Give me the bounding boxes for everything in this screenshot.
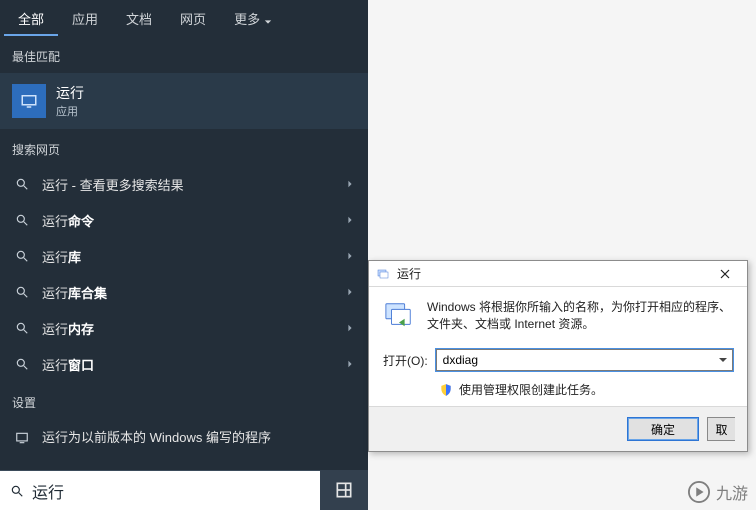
ime-button[interactable] [320,470,368,510]
search-icon [12,213,32,227]
tab-apps[interactable]: 应用 [58,0,112,36]
chevron-right-icon [346,355,356,373]
best-match-name: 运行 [56,83,84,103]
open-label: 打开(O): [383,352,428,369]
web-result-item[interactable]: 运行窗口 [0,346,368,382]
best-match-item[interactable]: 运行 应用 [0,73,368,129]
search-icon [10,484,24,498]
watermark-logo-icon [688,481,710,503]
chevron-right-icon [346,211,356,229]
tab-web[interactable]: 网页 [166,0,220,36]
filter-tabs: 全部 应用 文档 网页 更多 [0,0,368,36]
troubleshoot-icon [12,431,32,445]
search-web-header: 搜索网页 [0,129,368,166]
chevron-right-icon [346,175,356,193]
dialog-title: 运行 [397,265,705,282]
search-icon [12,249,32,263]
open-input[interactable] [436,349,733,371]
chevron-down-icon [264,14,272,22]
web-result-item[interactable]: 运行内存 [0,310,368,346]
start-search-panel: 全部 应用 文档 网页 更多 最佳匹配 运行 应用 搜索网页 运行 - 查看更多… [0,0,368,510]
run-big-icon [383,299,415,331]
chevron-right-icon [346,283,356,301]
admin-note: 使用管理权限创建此任务。 [459,381,603,398]
open-combobox[interactable] [436,349,733,371]
search-icon [12,177,32,191]
watermark-text: 九游 [716,480,748,504]
close-button[interactable] [705,261,745,287]
best-match-kind: 应用 [56,103,84,119]
tab-all[interactable]: 全部 [4,0,58,36]
run-icon [375,266,391,282]
cancel-button-partial[interactable]: 取 [707,417,735,441]
tab-more-label: 更多 [234,9,260,28]
run-dialog: 运行 Windows 将根据你所输入的名称，为你打开相应的程序、文件夹、文档或 … [368,260,748,452]
web-result-item[interactable]: 运行命令 [0,202,368,238]
settings-item-label: 运行为以前版本的 Windows 编写的程序 [42,429,356,447]
tab-more[interactable]: 更多 [220,0,286,36]
settings-item[interactable]: 运行为以前版本的 Windows 编写的程序 [0,419,368,461]
settings-header: 设置 [0,382,368,419]
shield-icon [439,383,453,397]
web-result-item[interactable]: 运行库 [0,238,368,274]
chevron-right-icon [346,247,356,265]
run-description: Windows 将根据你所输入的名称，为你打开相应的程序、文件夹、文档或 Int… [427,299,733,333]
title-bar[interactable]: 运行 [369,261,747,287]
best-match-header: 最佳匹配 [0,36,368,73]
search-icon [12,357,32,371]
chevron-right-icon [346,319,356,337]
web-result-item[interactable]: 运行库合集 [0,274,368,310]
search-input[interactable] [32,482,310,500]
search-icon [12,285,32,299]
search-bar [0,470,368,510]
ok-button[interactable]: 确定 [627,417,699,441]
web-results-list: 运行 - 查看更多搜索结果 运行命令 运行库 运行库合集 运行内存 运行窗口 [0,166,368,382]
dialog-buttons: 确定 取 [369,406,747,451]
tab-documents[interactable]: 文档 [112,0,166,36]
run-app-icon [12,84,46,118]
web-result-item[interactable]: 运行 - 查看更多搜索结果 [0,166,368,202]
search-icon [12,321,32,335]
watermark: 九游 [688,480,748,504]
chevron-down-icon[interactable] [717,354,729,366]
